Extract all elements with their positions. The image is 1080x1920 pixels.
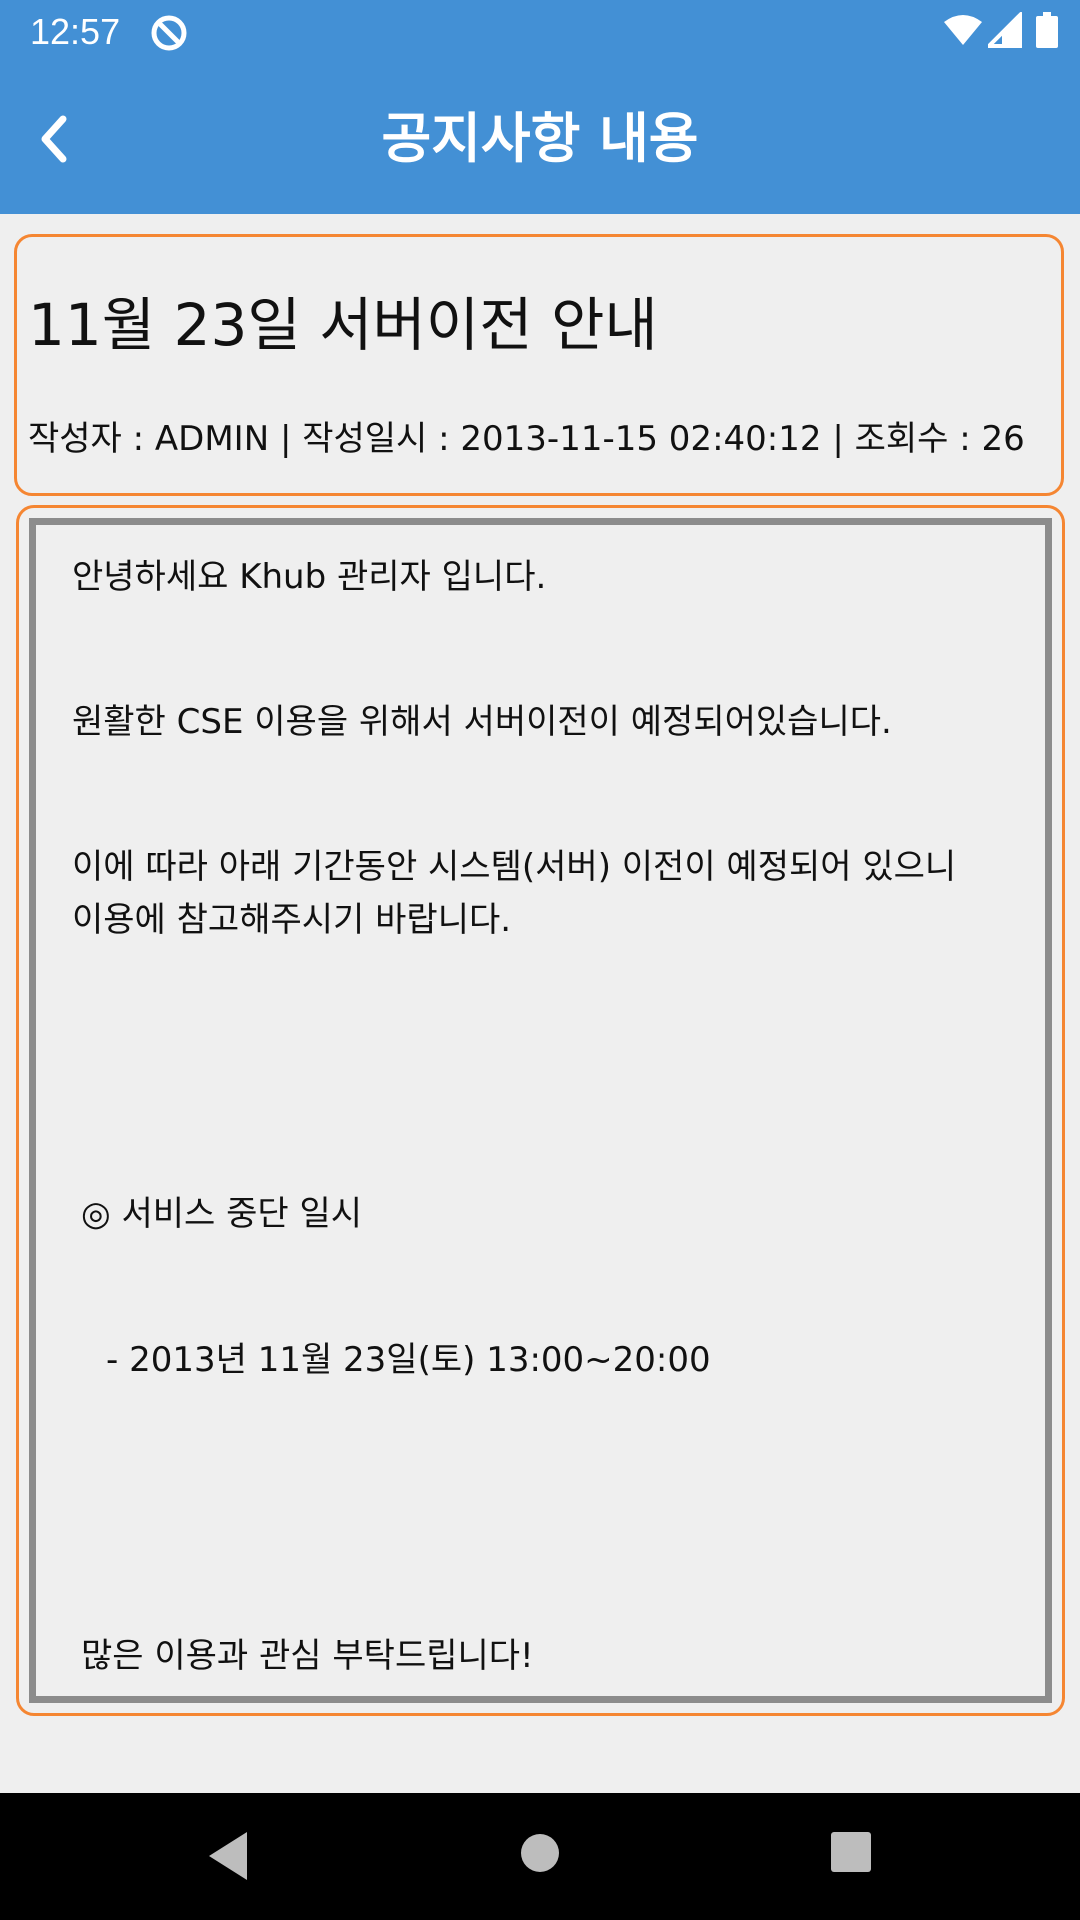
- notice-meta: 작성자 : ADMIN | 작성일시 : 2013-11-15 02:40:12…: [28, 419, 1025, 459]
- app-bar: 12:57 공지사항 내용: [0, 0, 1080, 214]
- system-nav-bar: [0, 1793, 1080, 1920]
- section-heading: ◎ 서비스 중단 일시: [81, 1194, 363, 1234]
- battery-icon: [1036, 12, 1058, 48]
- status-bar: 12:57: [0, 0, 1080, 63]
- schedule-line: - 2013년 11월 23일(토) 13:00~20:00: [106, 1340, 711, 1380]
- notice-content-box[interactable]: 안녕하세요 Khub 관리자 입니다. 원활한 CSE 이용을 위해서 서버이전…: [29, 518, 1052, 1703]
- notice-title: 11월 23일 서버이전 안내: [28, 291, 658, 359]
- back-button[interactable]: [20, 105, 88, 173]
- recents-square-icon[interactable]: [831, 1832, 871, 1872]
- notice-content-panel: 안녕하세요 Khub 관리자 입니다. 원활한 CSE 이용을 위해서 서버이전…: [16, 505, 1065, 1716]
- wifi-icon: [944, 15, 982, 45]
- chevron-left-icon: [41, 115, 67, 163]
- content-line: 이용에 참고해주시기 바랍니다.: [72, 900, 512, 940]
- content-closing: 많은 이용과 관심 부탁드립니다!: [81, 1636, 534, 1676]
- content-line: 원활한 CSE 이용을 위해서 서버이전이 예정되어있습니다.: [72, 702, 892, 742]
- page-title: 공지사항 내용: [381, 107, 699, 170]
- content-line: 이에 따라 아래 기간동안 시스템(서버) 이전이 예정되어 있으니: [72, 847, 957, 887]
- home-circle-icon[interactable]: [520, 1833, 560, 1873]
- notice-header: 11월 23일 서버이전 안내 작성자 : ADMIN | 작성일시 : 201…: [14, 234, 1064, 496]
- content-greeting: 안녕하세요 Khub 관리자 입니다.: [72, 557, 547, 597]
- back-triangle-icon[interactable]: [205, 1828, 251, 1884]
- app-notification-icon: [151, 15, 187, 51]
- status-time: 12:57: [30, 11, 121, 52]
- signal-icon: [988, 12, 1022, 48]
